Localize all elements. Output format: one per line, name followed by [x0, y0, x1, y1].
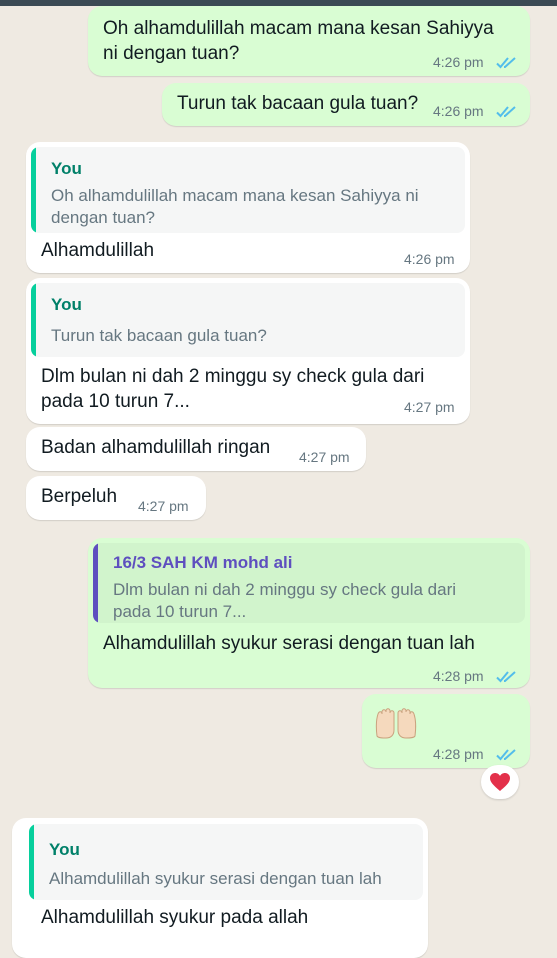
quote-text: Turun tak bacaan gula tuan? [51, 326, 267, 345]
quote-accent-bar [31, 147, 36, 233]
double-check-read-icon [496, 671, 516, 683]
quoted-message[interactable]: You Oh alhamdulillah macam mana kesan Sa… [31, 147, 465, 233]
message-text: Alhamdulillah syukur serasi dengan tuan … [103, 633, 475, 654]
message-text: Berpeluh [41, 486, 118, 507]
quote-text: pada 10 turun 7... [113, 602, 247, 621]
message-text: ni dengan tuan? [103, 43, 240, 64]
message-bubble-outgoing[interactable]: 16/3 SAH KM mohd ali Dlm bulan ni dah 2 … [88, 538, 530, 688]
message-bubble-incoming[interactable]: You Turun tak bacaan gula tuan? Dlm bula… [26, 278, 470, 424]
message-time: 4:27 pm [404, 399, 455, 415]
raising-hands-icon [375, 708, 417, 739]
quoted-message[interactable]: 16/3 SAH KM mohd ali Dlm bulan ni dah 2 … [93, 543, 525, 623]
message-bubble-outgoing[interactable]: Oh alhamdulillah macam mana kesan Sahiyy… [88, 6, 530, 76]
message-time: 4:26 pm [433, 103, 484, 119]
message-bubble-incoming[interactable]: You Alhamdulillah syukur serasi dengan t… [12, 818, 428, 958]
quote-text: Dlm bulan ni dah 2 minggu sy check gula … [113, 580, 457, 599]
message-bubble-incoming[interactable]: Berpeluh 4:27 pm [26, 476, 206, 520]
quoted-message[interactable]: You Turun tak bacaan gula tuan? [31, 283, 465, 357]
quote-author: 16/3 SAH KM mohd ali [113, 553, 293, 572]
quote-text: Alhamdulillah syukur serasi dengan tuan … [49, 869, 382, 888]
message-text: Turun tak bacaan gula tuan? [177, 93, 419, 114]
message-text: pada 10 turun 7... [41, 391, 190, 412]
message-bubble-outgoing[interactable]: 🙌🏻 4:28 pm [362, 694, 530, 768]
message-time: 4:26 pm [404, 251, 455, 267]
message-time: 4:28 pm [433, 746, 484, 762]
message-text: Badan alhamdulillah ringan [41, 437, 271, 458]
heart-icon [490, 773, 510, 791]
quote-accent-bar [31, 283, 36, 357]
double-check-read-icon [496, 749, 516, 761]
double-check-read-icon [496, 57, 516, 69]
message-bubble-outgoing[interactable]: Turun tak bacaan gula tuan? 4:26 pm [162, 83, 530, 126]
message-text: Alhamdulillah [41, 240, 155, 261]
quote-author: You [49, 840, 80, 859]
message-time: 4:27 pm [299, 449, 350, 465]
double-check-read-icon [496, 106, 516, 118]
message-time: 4:28 pm [433, 668, 484, 684]
message-text: Dlm bulan ni dah 2 minggu sy check gula … [41, 366, 425, 387]
message-time: 4:27 pm [138, 498, 189, 514]
quote-accent-bar [93, 543, 98, 623]
quote-text: Oh alhamdulillah macam mana kesan Sahiyy… [51, 186, 419, 205]
quote-author: You [51, 295, 82, 314]
quote-text: dengan tuan? [51, 208, 155, 227]
message-bubble-incoming[interactable]: Badan alhamdulillah ringan 4:27 pm [26, 427, 366, 471]
reaction-badge[interactable] [481, 765, 519, 799]
quote-author: You [51, 159, 82, 178]
quoted-message[interactable]: You Alhamdulillah syukur serasi dengan t… [29, 824, 423, 900]
message-bubble-incoming[interactable]: You Oh alhamdulillah macam mana kesan Sa… [26, 142, 470, 273]
message-time: 4:26 pm [433, 54, 484, 70]
message-text: Oh alhamdulillah macam mana kesan Sahiyy… [103, 18, 494, 39]
quote-accent-bar [29, 824, 34, 900]
